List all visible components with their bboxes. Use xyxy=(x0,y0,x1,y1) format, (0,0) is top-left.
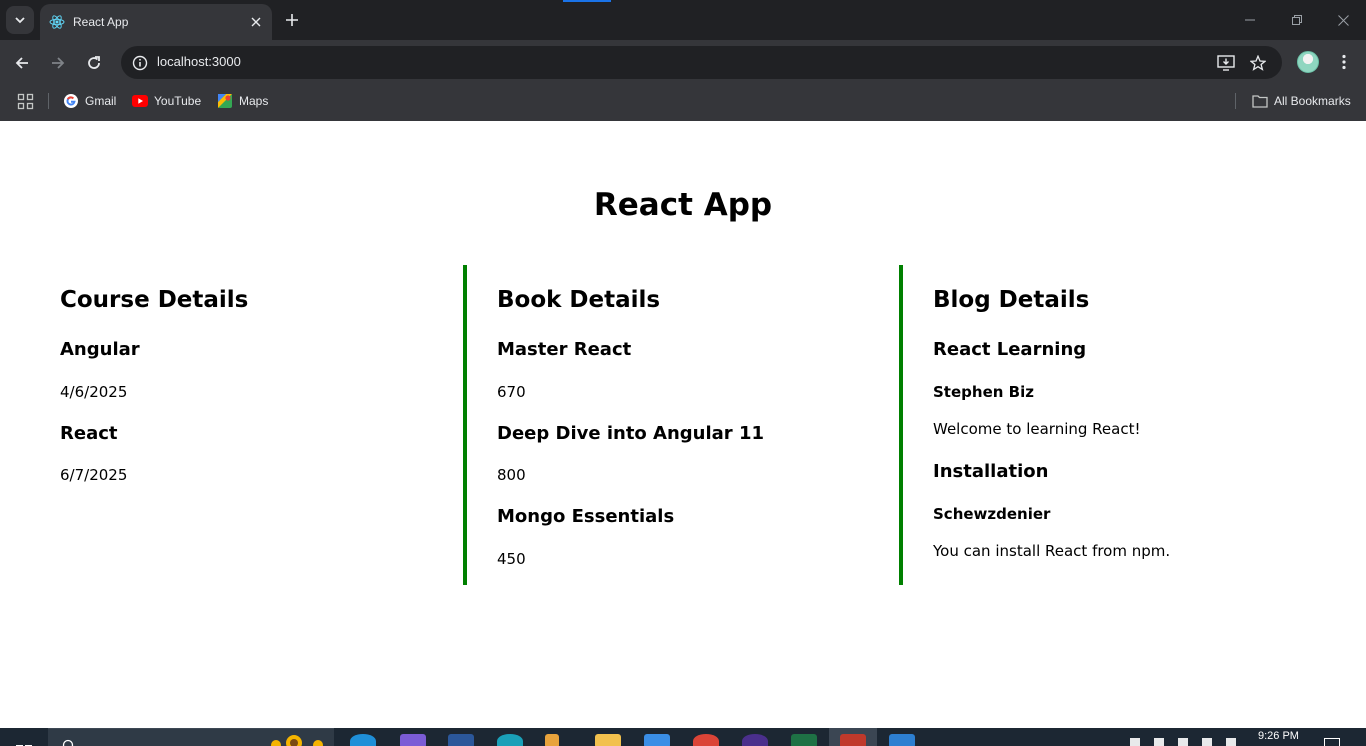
blog-content: Welcome to learning React! xyxy=(933,420,1141,438)
arrow-right-icon xyxy=(52,57,65,69)
reload-icon xyxy=(88,56,100,69)
book-name: Mongo Essentials xyxy=(497,506,675,527)
new-tab-button[interactable] xyxy=(281,9,303,31)
edge-icon[interactable] xyxy=(350,734,376,746)
column-divider xyxy=(899,265,903,585)
edge-dev-icon[interactable] xyxy=(497,734,523,746)
all-bookmarks-label: All Bookmarks xyxy=(1274,94,1351,108)
reload-button[interactable] xyxy=(80,49,108,77)
pencil-icon[interactable] xyxy=(545,734,559,746)
tab-close-button[interactable] xyxy=(246,12,266,32)
blog-author: Schewzdenier xyxy=(933,505,1051,523)
blog-author: Stephen Biz xyxy=(933,383,1034,401)
bookmark-label: Maps xyxy=(239,94,269,108)
address-bar[interactable]: localhost:3000 xyxy=(121,46,1282,79)
system-tray-icons[interactable] xyxy=(1130,738,1250,746)
url-text[interactable]: localhost:3000 xyxy=(157,54,241,69)
restore-button[interactable] xyxy=(1287,10,1307,30)
close-window-button[interactable] xyxy=(1333,10,1353,30)
blog-details-section: Blog Details React Learning Stephen Biz … xyxy=(933,265,1333,585)
book-price: 670 xyxy=(497,383,526,401)
taskbar-search-box[interactable] xyxy=(48,728,334,746)
book-name: Deep Dive into Angular 11 xyxy=(497,423,765,444)
blog-content: You can install React from npm. xyxy=(933,542,1171,560)
page-title: React App xyxy=(593,187,773,223)
folder-icon xyxy=(1252,93,1268,109)
windows-start-icon[interactable] xyxy=(16,738,32,746)
blog-title: React Learning xyxy=(933,339,1087,360)
browser-tab[interactable]: React App xyxy=(40,4,272,40)
course-heading: Course Details xyxy=(60,287,249,313)
tab-search-button[interactable] xyxy=(6,6,34,34)
course-details-section: Course Details Angular 4/6/2025 React 6/… xyxy=(60,265,450,585)
notifications-icon[interactable] xyxy=(1324,738,1340,746)
bookmarks-bar: Gmail YouTube Maps All Bookmarks xyxy=(0,85,1366,121)
tab-title: React App xyxy=(73,15,129,29)
site-info-icon[interactable] xyxy=(129,52,151,74)
book-price: 800 xyxy=(497,466,526,484)
bookmarks-divider xyxy=(1235,93,1236,109)
excel-icon[interactable] xyxy=(791,734,817,746)
minimize-icon xyxy=(1245,19,1255,21)
close-icon xyxy=(251,17,261,27)
plus-icon xyxy=(286,14,298,26)
apps-grid-icon[interactable] xyxy=(17,93,35,111)
column-divider xyxy=(463,265,467,585)
bookmark-youtube[interactable]: YouTube xyxy=(132,91,201,111)
more-vert-icon xyxy=(1342,54,1346,70)
all-bookmarks-folder[interactable]: All Bookmarks xyxy=(1252,91,1351,111)
youtube-icon xyxy=(132,93,148,109)
course-name: React xyxy=(60,423,118,444)
taskbar-clock[interactable]: 9:26 PM xyxy=(1258,730,1299,742)
vscode-icon[interactable] xyxy=(889,734,915,746)
arrow-left-icon xyxy=(15,57,28,69)
back-button[interactable] xyxy=(8,49,36,77)
eclipse-icon[interactable] xyxy=(742,734,768,746)
bookmark-star-icon[interactable] xyxy=(1247,52,1269,74)
maps-icon xyxy=(217,93,233,109)
chrome-icon[interactable] xyxy=(693,734,719,746)
word-icon[interactable] xyxy=(448,734,474,746)
bookmark-label: YouTube xyxy=(154,94,202,108)
search-icon xyxy=(62,739,74,746)
close-icon xyxy=(1337,14,1349,26)
install-app-icon[interactable] xyxy=(1215,52,1237,74)
course-date: 6/7/2025 xyxy=(60,466,128,484)
sunflower-icon xyxy=(266,731,324,746)
bookmark-label: Gmail xyxy=(85,94,117,108)
bookmark-maps[interactable]: Maps xyxy=(217,91,268,111)
tab-indicator xyxy=(563,0,611,2)
book-details-section: Book Details Master React 670 Deep Dive … xyxy=(497,265,887,585)
profile-avatar[interactable] xyxy=(1297,51,1319,73)
react-logo-icon xyxy=(49,14,65,30)
course-date: 4/6/2025 xyxy=(60,383,128,401)
restore-icon xyxy=(1292,15,1302,25)
windows-taskbar: 9:26 PM xyxy=(0,728,1366,746)
google-icon xyxy=(63,93,79,109)
bookmarks-divider xyxy=(48,93,49,109)
tab-strip: React App xyxy=(0,0,1366,40)
bookmark-gmail[interactable]: Gmail xyxy=(63,91,116,111)
forward-button[interactable] xyxy=(44,49,72,77)
copilot-icon[interactable] xyxy=(400,734,426,746)
browser-toolbar: localhost:3000 xyxy=(0,40,1366,85)
browser-menu-button[interactable] xyxy=(1334,50,1354,74)
book-price: 450 xyxy=(497,550,526,568)
minimize-button[interactable] xyxy=(1240,10,1260,30)
blog-title: Installation xyxy=(933,461,1049,482)
store-icon[interactable] xyxy=(644,734,670,746)
file-explorer-icon[interactable] xyxy=(595,734,621,746)
book-name: Master React xyxy=(497,339,632,360)
page-viewport: React App Course Details Angular 4/6/202… xyxy=(0,121,1366,728)
course-name: Angular xyxy=(60,339,140,360)
book-heading: Book Details xyxy=(497,287,661,313)
chrome-canary-icon[interactable] xyxy=(840,734,866,746)
blog-heading: Blog Details xyxy=(933,287,1090,313)
chevron-down-icon xyxy=(15,17,25,24)
